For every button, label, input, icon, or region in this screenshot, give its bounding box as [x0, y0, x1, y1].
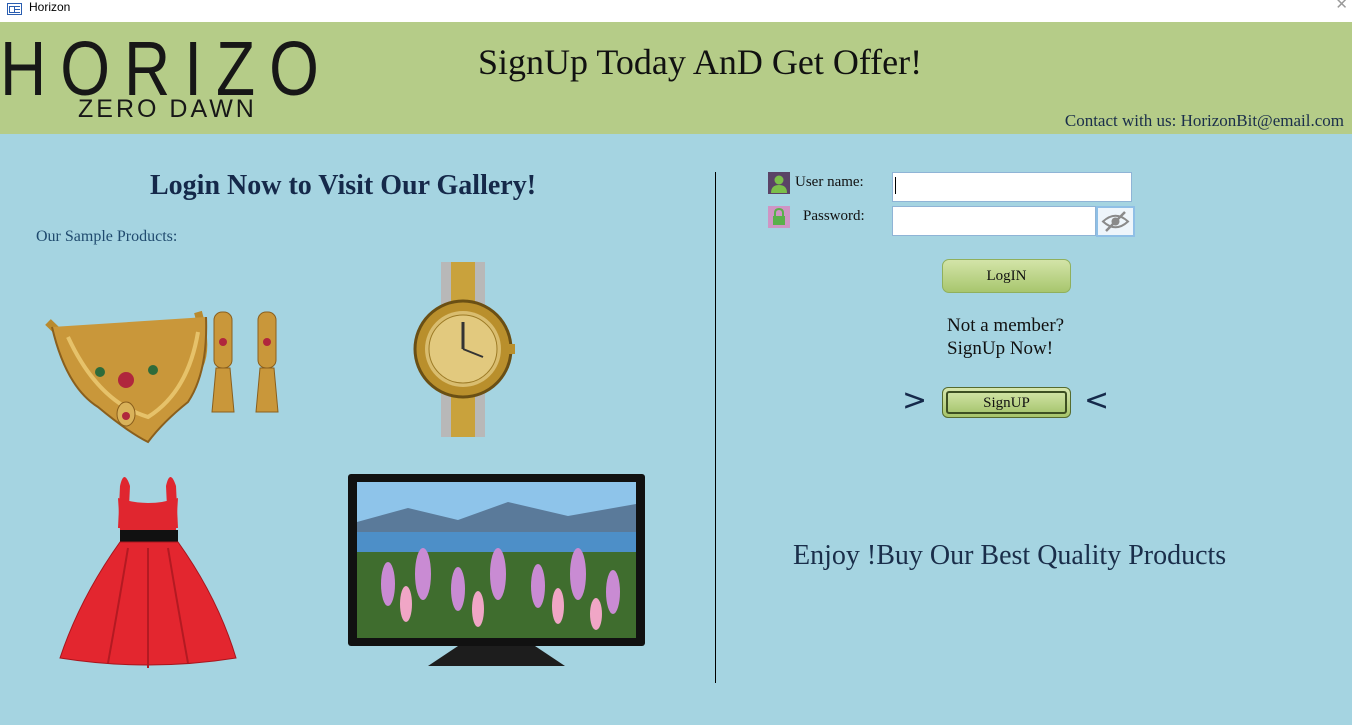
window-title: Horizon — [29, 0, 71, 14]
product-dress-image — [58, 468, 238, 670]
signup-button[interactable]: SignUP — [942, 387, 1071, 418]
product-tv-image — [348, 474, 645, 670]
login-button[interactable]: LogIN — [942, 259, 1071, 293]
toggle-password-visibility-button[interactable] — [1096, 206, 1135, 237]
product-necklace-image — [38, 292, 288, 448]
password-label: Password: — [803, 208, 865, 224]
window-titlebar: Horizon ✕ — [0, 0, 1352, 22]
sample-products-label: Our Sample Products: — [36, 228, 178, 245]
not-member-text: Not a member? SignUp Now! — [947, 314, 1064, 360]
close-icon[interactable]: ✕ — [1335, 0, 1348, 14]
app-window-icon — [7, 3, 22, 15]
password-input[interactable] — [892, 206, 1096, 236]
contact-info: Contact with us: HorizonBit@email.com — [1064, 111, 1344, 130]
arrow-right-pointer: > — [902, 383, 928, 418]
username-input[interactable] — [892, 172, 1132, 202]
promo-headline: SignUp Today AnD Get Offer! — [478, 42, 923, 82]
username-label: User name: — [795, 174, 864, 190]
not-member-line-2: SignUp Now! — [947, 338, 1054, 359]
tagline-text: Enjoy !Buy Our Best Quality Products — [793, 540, 1227, 571]
lock-icon — [768, 206, 790, 228]
arrow-left-pointer: < — [1084, 383, 1110, 418]
gallery-title: Login Now to Visit Our Gallery! — [150, 170, 537, 201]
not-member-line-1: Not a member? — [947, 315, 1065, 336]
horizon-logo: HORIZON ZERO DAWN — [0, 24, 336, 124]
text-caret — [895, 177, 896, 194]
user-icon — [768, 172, 790, 194]
signup-button-label: SignUP — [946, 391, 1067, 414]
logo-sub-text: ZERO DAWN — [78, 95, 257, 123]
eye-slash-icon — [1101, 211, 1130, 232]
vertical-divider — [715, 172, 716, 683]
product-watch-image — [411, 262, 515, 437]
